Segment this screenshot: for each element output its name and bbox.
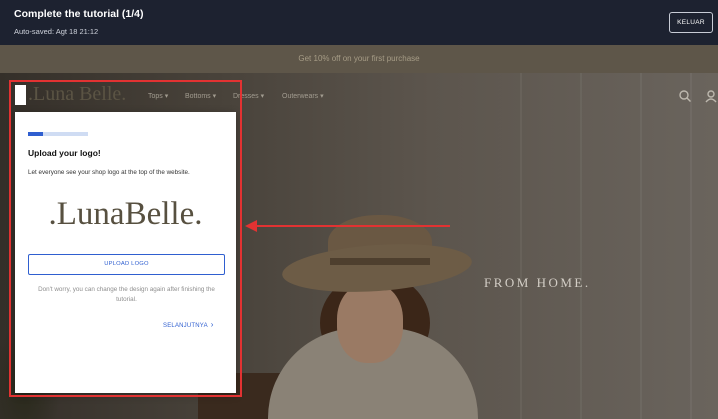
hat-band (330, 258, 430, 265)
tutorial-bar: Complete the tutorial (1/4) Auto-saved: … (0, 0, 718, 45)
exit-button[interactable]: KELUAR (669, 12, 713, 33)
next-label: SELANJUTNYA (163, 323, 208, 329)
promo-banner: Get 10% off on your first purchase (0, 45, 718, 73)
tutorial-title: Complete the tutorial (1/4) (14, 8, 144, 20)
nav-bottoms[interactable]: Bottoms ▾ (185, 92, 216, 100)
user-icon[interactable] (704, 89, 718, 103)
curtain-fold (640, 73, 642, 419)
hero-heading: FROM HOME. (484, 275, 591, 290)
tutorial-card: Upload your logo! Let everyone see your … (15, 112, 236, 393)
upload-logo-button[interactable]: UPLOAD LOGO (28, 254, 225, 275)
curtain-fold (520, 73, 522, 419)
nav-outerwears[interactable]: Outerwears ▾ (282, 92, 324, 100)
step-progress (28, 132, 88, 136)
step-progress-fill (28, 132, 43, 136)
store-logo[interactable]: .Luna Belle. (28, 83, 126, 106)
reassurance-note: Don't worry, you can change the design a… (38, 286, 215, 303)
nav-dresses[interactable]: Dresses ▾ (233, 92, 264, 100)
curtain-fold (580, 73, 582, 419)
chevron-right-icon: › (210, 320, 214, 329)
search-icon[interactable] (678, 89, 692, 103)
curtain-fold (690, 73, 692, 419)
logo-placeholder (15, 85, 26, 105)
card-title: Upload your logo! (28, 148, 101, 158)
model-face (337, 283, 403, 363)
nav-tops[interactable]: Tops ▾ (148, 92, 168, 100)
hat-brim (280, 238, 474, 298)
store-preview: Get 10% off on your first purchase FROM … (0, 45, 718, 419)
autosave-status: Auto-saved: Agt 18 21:12 (14, 27, 99, 36)
pointer-arrow (245, 220, 450, 232)
next-button[interactable]: SELANJUTNYA › (163, 320, 214, 329)
card-description: Let everyone see your shop logo at the t… (28, 169, 190, 176)
logo-preview: .LunaBelle. (48, 196, 203, 232)
